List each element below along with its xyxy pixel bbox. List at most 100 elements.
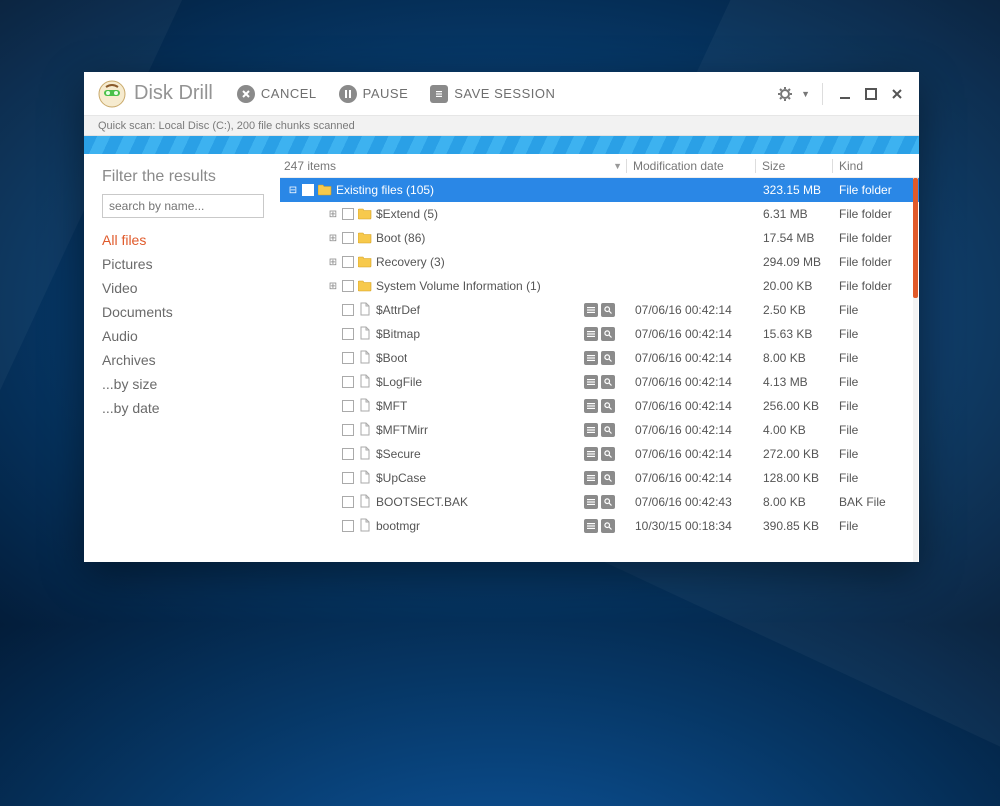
column-size-header[interactable]: Size — [756, 159, 832, 173]
row-checkbox[interactable] — [342, 256, 354, 268]
row-size: 323.15 MB — [757, 183, 833, 197]
table-row[interactable]: $Boot07/06/16 00:42:148.00 KBFile — [280, 346, 919, 370]
sidebar-item-pictures[interactable]: Pictures — [102, 252, 264, 276]
pause-button[interactable]: PAUSE — [339, 85, 409, 103]
row-details-button[interactable] — [584, 447, 598, 461]
collapse-icon[interactable]: ⊟ — [288, 185, 298, 196]
row-checkbox[interactable] — [342, 352, 354, 364]
row-kind: File — [833, 447, 913, 461]
row-details-button[interactable] — [584, 327, 598, 341]
row-checkbox[interactable] — [342, 280, 354, 292]
column-headers: 247 items ▼ Modification date Size Kind — [280, 154, 919, 178]
row-name: $MFT — [376, 399, 407, 413]
row-preview-button[interactable] — [601, 471, 615, 485]
row-checkbox[interactable] — [302, 184, 314, 196]
row-preview-button[interactable] — [601, 447, 615, 461]
save-session-label: SAVE SESSION — [454, 86, 555, 101]
titlebar-divider — [822, 83, 823, 105]
row-details-button[interactable] — [584, 519, 598, 533]
scrollbar-thumb[interactable] — [913, 178, 918, 298]
sidebar-item--by-date[interactable]: ...by date — [102, 396, 264, 420]
row-checkbox[interactable] — [342, 472, 354, 484]
table-row[interactable]: ⊞$Extend (5)6.31 MBFile folder — [280, 202, 919, 226]
sidebar-item-all-files[interactable]: All files — [102, 228, 264, 252]
table-row[interactable]: ⊟Existing files (105)323.15 MBFile folde… — [280, 178, 919, 202]
table-row[interactable]: $LogFile07/06/16 00:42:144.13 MBFile — [280, 370, 919, 394]
row-mod: 07/06/16 00:42:14 — [629, 399, 757, 413]
row-preview-button[interactable] — [601, 423, 615, 437]
row-checkbox[interactable] — [342, 328, 354, 340]
row-details-button[interactable] — [584, 375, 598, 389]
row-checkbox[interactable] — [342, 232, 354, 244]
row-mod: 07/06/16 00:42:14 — [629, 327, 757, 341]
file-icon — [358, 470, 372, 487]
row-details-button[interactable] — [584, 351, 598, 365]
expander-placeholder — [328, 353, 338, 364]
expand-icon[interactable]: ⊞ — [328, 233, 338, 244]
row-details-button[interactable] — [584, 471, 598, 485]
table-row[interactable]: $Secure07/06/16 00:42:14272.00 KBFile — [280, 442, 919, 466]
row-kind: File folder — [833, 255, 913, 269]
sidebar-item-documents[interactable]: Documents — [102, 300, 264, 324]
row-preview-button[interactable] — [601, 519, 615, 533]
row-details-button[interactable] — [584, 423, 598, 437]
minimize-button[interactable] — [833, 82, 857, 106]
expand-icon[interactable]: ⊞ — [328, 257, 338, 268]
row-kind: File folder — [833, 279, 913, 293]
sidebar-item-video[interactable]: Video — [102, 276, 264, 300]
expand-icon[interactable]: ⊞ — [328, 209, 338, 220]
table-row[interactable]: $AttrDef07/06/16 00:42:142.50 KBFile — [280, 298, 919, 322]
settings-button[interactable] — [777, 85, 795, 103]
row-preview-button[interactable] — [601, 303, 615, 317]
column-kind-header[interactable]: Kind — [833, 159, 913, 173]
row-size: 8.00 KB — [757, 495, 833, 509]
table-row[interactable]: $MFTMirr07/06/16 00:42:144.00 KBFile — [280, 418, 919, 442]
settings-dropdown-icon[interactable]: ▼ — [801, 89, 810, 99]
row-preview-button[interactable] — [601, 351, 615, 365]
sidebar-item-archives[interactable]: Archives — [102, 348, 264, 372]
row-checkbox[interactable] — [342, 424, 354, 436]
row-kind: File folder — [833, 207, 913, 221]
maximize-button[interactable] — [859, 82, 883, 106]
row-checkbox[interactable] — [342, 400, 354, 412]
row-checkbox[interactable] — [342, 208, 354, 220]
expand-icon[interactable]: ⊞ — [328, 281, 338, 292]
search-input[interactable] — [102, 194, 264, 218]
row-preview-button[interactable] — [601, 399, 615, 413]
row-checkbox[interactable] — [342, 496, 354, 508]
file-icon — [358, 326, 372, 343]
row-checkbox[interactable] — [342, 376, 354, 388]
scrollbar[interactable] — [913, 178, 918, 562]
table-row[interactable]: $Bitmap07/06/16 00:42:1415.63 KBFile — [280, 322, 919, 346]
column-mod-header[interactable]: Modification date — [627, 159, 755, 173]
row-checkbox[interactable] — [342, 304, 354, 316]
table-row[interactable]: BOOTSECT.BAK07/06/16 00:42:438.00 KBBAK … — [280, 490, 919, 514]
row-preview-button[interactable] — [601, 327, 615, 341]
row-details-button[interactable] — [584, 495, 598, 509]
table-row[interactable]: ⊞System Volume Information (1)20.00 KBFi… — [280, 274, 919, 298]
table-row[interactable]: bootmgr10/30/15 00:18:34390.85 KBFile — [280, 514, 919, 538]
row-checkbox[interactable] — [342, 448, 354, 460]
table-row[interactable]: $UpCase07/06/16 00:42:14128.00 KBFile — [280, 466, 919, 490]
sort-indicator-icon[interactable]: ▼ — [613, 161, 626, 171]
expander-placeholder — [328, 497, 338, 508]
table-row[interactable]: ⊞Boot (86)17.54 MBFile folder — [280, 226, 919, 250]
row-details-button[interactable] — [584, 399, 598, 413]
row-kind: File — [833, 351, 913, 365]
sidebar-item--by-size[interactable]: ...by size — [102, 372, 264, 396]
close-button[interactable] — [885, 82, 909, 106]
row-mod: 07/06/16 00:42:14 — [629, 447, 757, 461]
column-name-header[interactable]: 247 items — [284, 159, 336, 173]
row-preview-button[interactable] — [601, 375, 615, 389]
table-row[interactable]: ⊞Recovery (3)294.09 MBFile folder — [280, 250, 919, 274]
row-kind: File — [833, 375, 913, 389]
sidebar-item-audio[interactable]: Audio — [102, 324, 264, 348]
row-preview-button[interactable] — [601, 495, 615, 509]
row-details-button[interactable] — [584, 303, 598, 317]
progress-ribbon — [84, 136, 919, 154]
table-row[interactable]: $MFT07/06/16 00:42:14256.00 KBFile — [280, 394, 919, 418]
cancel-button[interactable]: CANCEL — [237, 85, 317, 103]
row-size: 256.00 KB — [757, 399, 833, 413]
save-session-button[interactable]: SAVE SESSION — [430, 85, 555, 103]
row-checkbox[interactable] — [342, 520, 354, 532]
